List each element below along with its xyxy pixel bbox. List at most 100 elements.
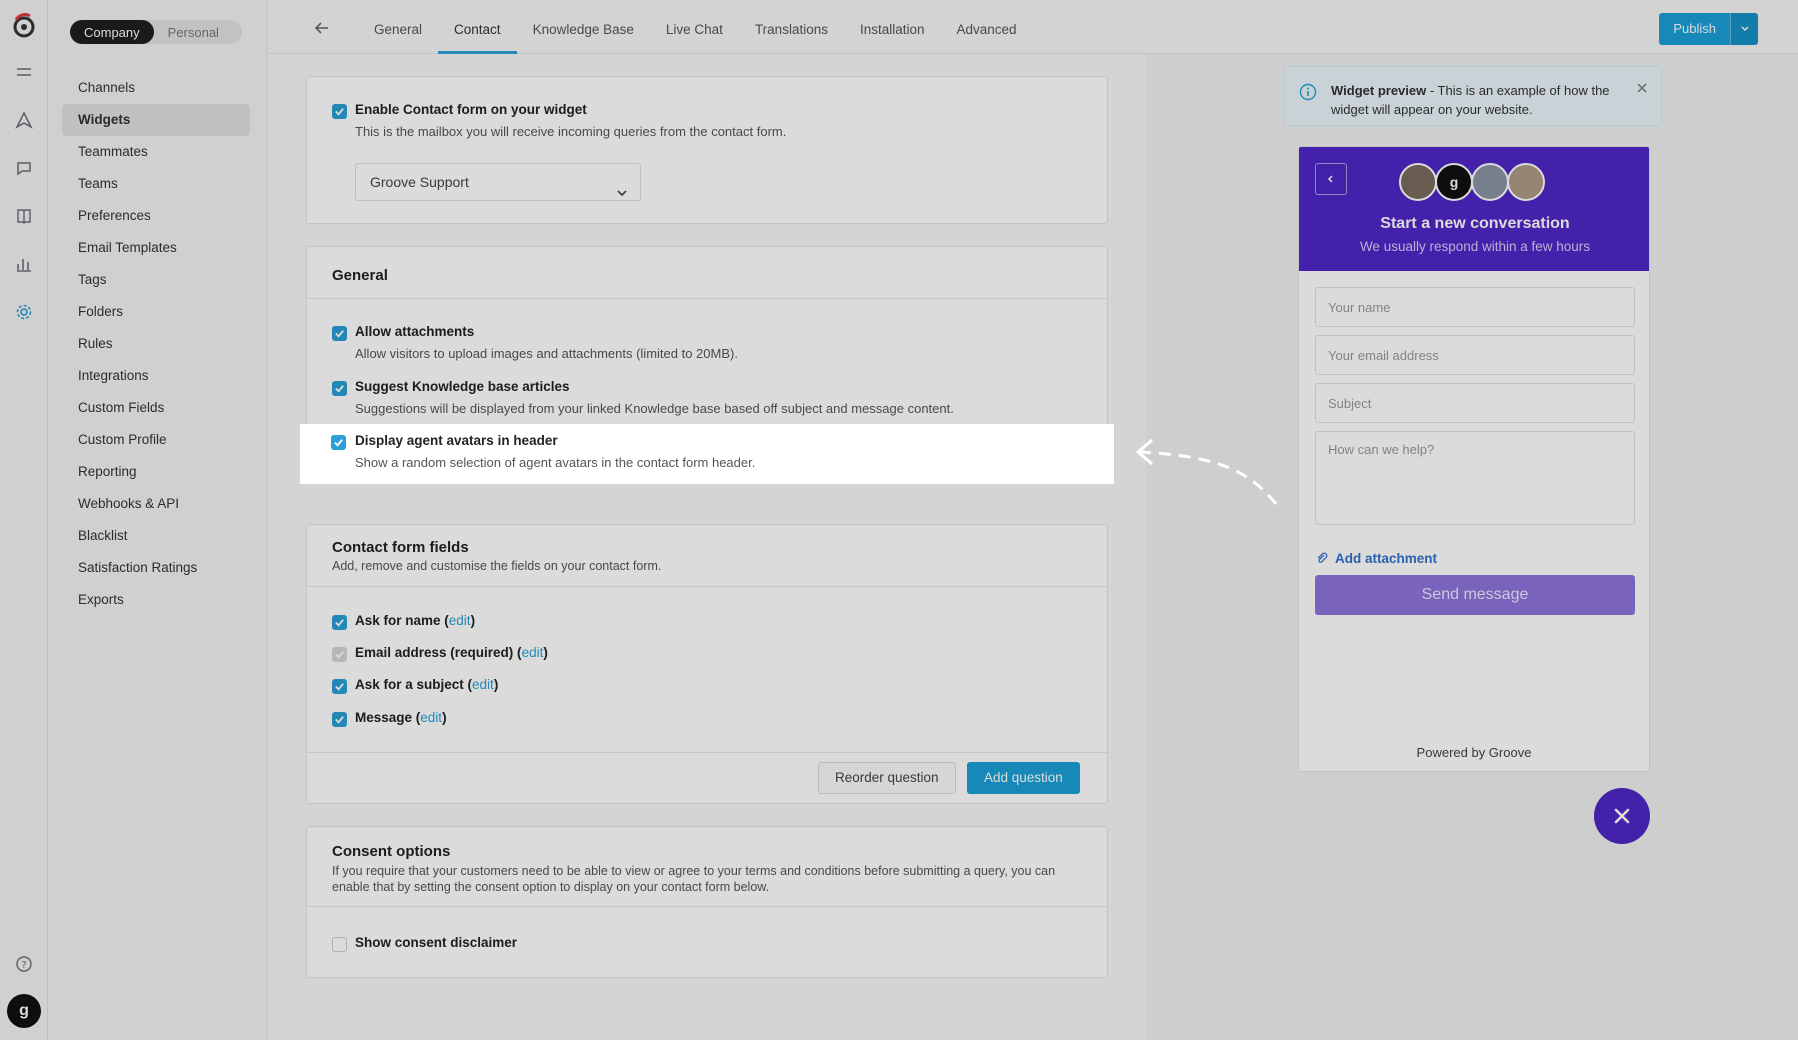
send-icon[interactable]: [12, 108, 36, 132]
help-icon[interactable]: ?: [12, 952, 36, 976]
back-arrow-icon[interactable]: [312, 18, 332, 38]
tab-contact[interactable]: Contact: [438, 0, 517, 54]
ask-subject-checkbox[interactable]: [332, 679, 347, 694]
agent-avatars: g: [1399, 163, 1545, 201]
message-label: Message (edit): [355, 710, 447, 725]
widget-preview-notice: Widget preview - This is an example of h…: [1284, 66, 1662, 126]
agent-avatar: [1507, 163, 1545, 201]
widget-name-input[interactable]: Your name: [1315, 287, 1635, 327]
highlight-display-avatars: Display agent avatars in header Show a r…: [300, 424, 1114, 484]
reports-icon[interactable]: [12, 252, 36, 276]
edit-message-link[interactable]: edit: [420, 710, 442, 725]
field-label-text: Message (: [355, 710, 421, 725]
sidebar-item-custom-fields[interactable]: Custom Fields: [62, 392, 250, 424]
settings-gear-icon[interactable]: [12, 300, 36, 324]
divider: [307, 906, 1107, 907]
field-label-close: ): [470, 613, 476, 628]
sidebar-item-exports[interactable]: Exports: [62, 584, 250, 616]
widget-email-input[interactable]: Your email address: [1315, 335, 1635, 375]
reorder-question-button[interactable]: Reorder question: [818, 762, 956, 794]
field-label-text: Email address (required) (: [355, 645, 522, 660]
powered-by-text: Powered by Groove: [1416, 745, 1532, 760]
sidebar-item-custom-profile[interactable]: Custom Profile: [62, 424, 250, 456]
widget-header: g Start a new conversation We usually re…: [1299, 147, 1649, 271]
settings-tabs: General Contact Knowledge Base Live Chat…: [358, 0, 1033, 54]
widget-subtitle: We usually respond within a few hours: [1359, 239, 1591, 254]
mailbox-select[interactable]: Groove Support: [355, 163, 641, 201]
ask-name-checkbox[interactable]: [332, 615, 347, 630]
settings-nav: Channels Widgets Teammates Teams Prefere…: [62, 72, 250, 616]
sidebar-item-reporting[interactable]: Reporting: [62, 456, 250, 488]
groove-logo-icon[interactable]: [10, 12, 38, 40]
enable-contact-form-desc: This is the mailbox you will receive inc…: [355, 124, 787, 139]
fields-card-subtitle: Add, remove and customise the fields on …: [332, 559, 662, 573]
edit-email-link[interactable]: edit: [522, 645, 544, 660]
field-label-close: ): [543, 645, 548, 660]
send-message-button[interactable]: Send message: [1315, 575, 1635, 615]
tab-installation[interactable]: Installation: [844, 0, 941, 54]
sidebar-item-widgets[interactable]: Widgets: [62, 104, 250, 136]
sidebar-item-channels[interactable]: Channels: [62, 72, 250, 104]
sidebar-item-preferences[interactable]: Preferences: [62, 200, 250, 232]
sidebar-item-integrations[interactable]: Integrations: [62, 360, 250, 392]
toggle-personal[interactable]: Personal: [154, 20, 233, 44]
pointer-arrow-icon: [1135, 438, 1278, 505]
sidebar-item-tags[interactable]: Tags: [62, 264, 250, 296]
mailbox-select-value: Groove Support: [370, 174, 469, 190]
sidebar-item-satisfaction-ratings[interactable]: Satisfaction Ratings: [62, 552, 250, 584]
suggest-kb-desc: Suggestions will be displayed from your …: [355, 401, 954, 416]
publish-split-button: Publish: [1659, 13, 1758, 45]
add-attachment-link[interactable]: Add attachment: [1315, 551, 1437, 566]
close-icon[interactable]: [1635, 81, 1649, 95]
sidebar-item-webhooks-api[interactable]: Webhooks & API: [62, 488, 250, 520]
display-avatars-desc: Show a random selection of agent avatars…: [355, 455, 756, 470]
display-avatars-checkbox[interactable]: [331, 435, 346, 450]
allow-attachments-checkbox[interactable]: [332, 326, 347, 341]
message-checkbox[interactable]: [332, 712, 347, 727]
email-required-checkbox: [332, 647, 347, 662]
show-consent-checkbox[interactable]: [332, 937, 347, 952]
edit-subject-link[interactable]: edit: [472, 677, 494, 692]
consent-options-card: Consent options If you require that your…: [306, 826, 1108, 978]
sidebar-item-teams[interactable]: Teams: [62, 168, 250, 200]
enable-contact-form-checkbox[interactable]: [332, 104, 347, 119]
chat-icon[interactable]: [12, 156, 36, 180]
top-tabs-bar: General Contact Knowledge Base Live Chat…: [268, 0, 1798, 54]
divider: [307, 752, 1107, 753]
publish-options-chevron-icon[interactable]: [1730, 13, 1758, 45]
consent-card-desc-line2: enable that by setting the consent optio…: [332, 880, 770, 894]
ask-subject-label: Ask for a subject (edit): [355, 677, 498, 692]
suggest-kb-checkbox[interactable]: [332, 381, 347, 396]
menu-icon[interactable]: [12, 60, 36, 84]
sidebar-item-blacklist[interactable]: Blacklist: [62, 520, 250, 552]
toggle-company[interactable]: Company: [70, 20, 154, 44]
contact-form-card: Enable Contact form on your widget This …: [306, 76, 1108, 224]
add-question-button[interactable]: Add question: [967, 762, 1080, 794]
chevron-down-icon: [616, 176, 628, 197]
widget-close-fab[interactable]: [1594, 788, 1650, 844]
enable-contact-form-label: Enable Contact form on your widget: [355, 102, 587, 117]
user-avatar[interactable]: g: [7, 994, 41, 1028]
contact-settings-content: Enable Contact form on your widget This …: [268, 54, 1146, 1040]
widget-message-textarea[interactable]: How can we help?: [1315, 431, 1635, 525]
tab-translations[interactable]: Translations: [739, 0, 844, 54]
sidebar-item-teammates[interactable]: Teammates: [62, 136, 250, 168]
tab-knowledge-base[interactable]: Knowledge Base: [517, 0, 650, 54]
agent-avatar: [1399, 163, 1437, 201]
allow-attachments-label: Allow attachments: [355, 324, 475, 339]
widget-subject-input[interactable]: Subject: [1315, 383, 1635, 423]
tab-live-chat[interactable]: Live Chat: [650, 0, 739, 54]
tab-advanced[interactable]: Advanced: [941, 0, 1033, 54]
sidebar-item-email-templates[interactable]: Email Templates: [62, 232, 250, 264]
publish-button[interactable]: Publish: [1659, 13, 1730, 45]
sidebar-item-folders[interactable]: Folders: [62, 296, 250, 328]
add-attachment-label: Add attachment: [1335, 551, 1438, 566]
svg-text:?: ?: [21, 960, 26, 971]
agent-avatar: g: [1435, 163, 1473, 201]
edit-name-link[interactable]: edit: [449, 613, 471, 628]
sidebar-item-rules[interactable]: Rules: [62, 328, 250, 360]
contact-form-fields-card: Contact form fields Add, remove and cust…: [306, 524, 1108, 804]
widget-back-chevron-icon[interactable]: [1315, 163, 1347, 195]
book-icon[interactable]: [12, 204, 36, 228]
tab-general[interactable]: General: [358, 0, 438, 54]
